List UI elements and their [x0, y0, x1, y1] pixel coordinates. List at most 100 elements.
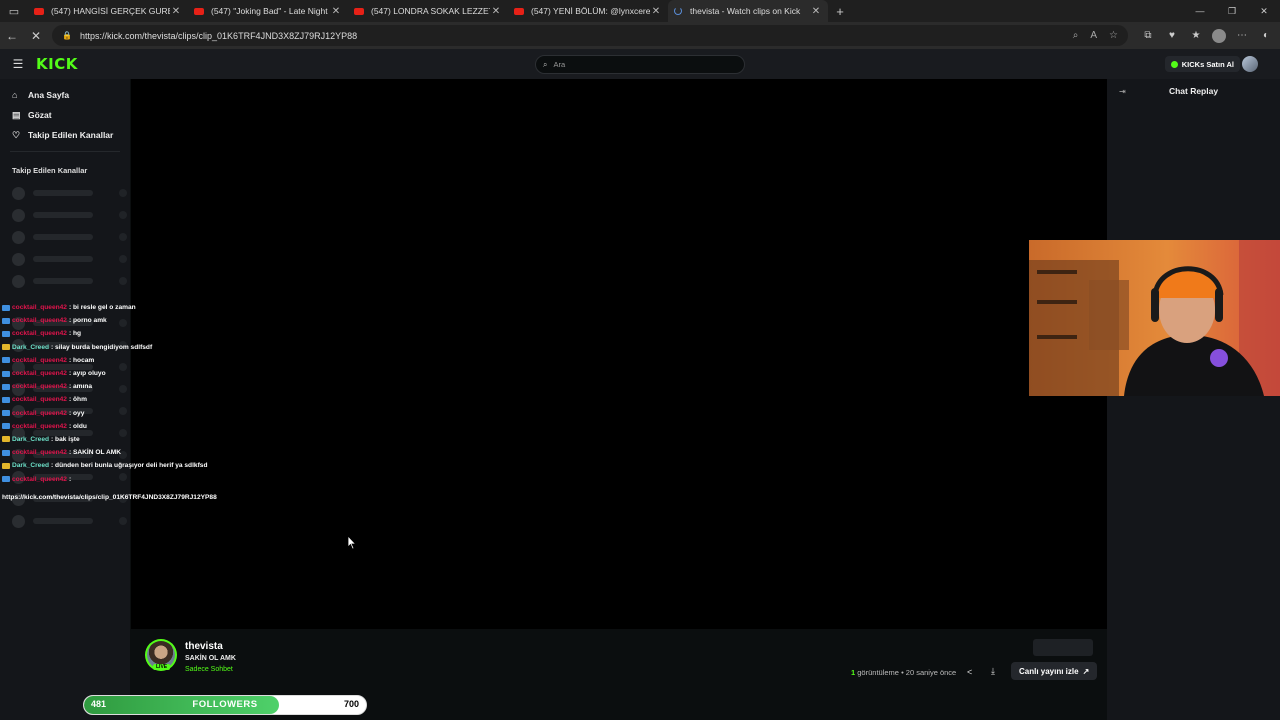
chat-badge-icon: [2, 476, 10, 483]
buy-kicks-label: KICKs Satın Al: [1181, 59, 1234, 69]
chat-username: cocktail_queen42: [12, 396, 67, 404]
chat-username: cocktail_queen42: [12, 356, 67, 364]
sidebar-item-label: Ana Sayfa: [28, 90, 70, 100]
sidebar-item-label: Gözat: [28, 110, 52, 120]
sidebar-item-home[interactable]: ⌂ Ana Sayfa: [0, 85, 130, 105]
sidebar-item-following[interactable]: ♡ Takip Edilen Kanallar: [0, 125, 130, 145]
chat-badge-icon: [2, 462, 10, 469]
browser-tab[interactable]: (547) HANGİSİ GERÇEK GURBETÇİ✕: [28, 0, 188, 22]
channel-skeleton: [0, 182, 130, 204]
chat-username: cocktail_queen42: [12, 383, 67, 391]
url-field[interactable]: 🔒 https://kick.com/thevista/clips/clip_0…: [52, 25, 1128, 46]
chat-message: cocktail_queen42: porno amk: [2, 314, 302, 327]
browser-tab-title: (547) "Joking Bad" - Late Night w: [211, 6, 330, 16]
follower-goal: 700: [343, 699, 359, 709]
placeholder-button: [1033, 639, 1093, 656]
chat-text: :: [68, 475, 72, 483]
channel-name[interactable]: thevista: [185, 641, 223, 652]
extensions-icon[interactable]: ⧉: [1140, 30, 1156, 41]
profile-avatar[interactable]: [1212, 28, 1226, 43]
search-input[interactable]: ⌕ Ara: [535, 55, 745, 74]
views-count: 1: [851, 668, 856, 677]
channel-skeleton: [0, 248, 130, 270]
overlay-clip-url: https://kick.com/thevista/clips/clip_01K…: [2, 494, 217, 501]
close-tab-icon[interactable]: ✕: [330, 6, 342, 17]
chat-text: : bak işte: [51, 435, 80, 443]
clip-category[interactable]: Sadece Sohbet: [185, 666, 233, 673]
follower-goal-bar: 481 FOLLOWERS 700: [83, 695, 367, 715]
browser-tab[interactable]: (547) "Joking Bad" - Late Night w ✕: [188, 0, 348, 22]
favorites-icon[interactable]: ★: [1188, 30, 1204, 41]
new-tab-button[interactable]: +: [828, 4, 852, 19]
close-tab-icon[interactable]: ✕: [490, 6, 502, 17]
toolbar-extensions: ⧉ ♥ ★ ⋯ ◐: [1140, 25, 1274, 46]
chat-username: cocktail_queen42: [12, 330, 67, 338]
buy-kicks-button[interactable]: KICKs Satın Al: [1164, 56, 1240, 72]
address-bar-row: ← ✕ 🔒 https://kick.com/thevista/clips/cl…: [0, 22, 1280, 49]
close-tab-icon[interactable]: ✕: [810, 6, 822, 17]
chat-message: cocktail_queen42: hocam: [2, 354, 302, 367]
tab-actions-icon[interactable]: ▭: [0, 0, 28, 22]
download-icon[interactable]: ⤓: [991, 666, 995, 677]
chat-username: cocktail_queen42: [12, 304, 67, 312]
watch-live-button[interactable]: Canlı yayını izle ↗: [1011, 662, 1098, 680]
favorite-star-icon[interactable]: ☆: [1109, 30, 1118, 41]
follower-label: FOLLOWERS: [192, 699, 258, 710]
restore-icon[interactable]: ❐: [1216, 0, 1248, 22]
sidebar-divider: [10, 151, 120, 152]
chat-badge-icon: [2, 449, 10, 456]
kicks-icon: [1170, 60, 1178, 68]
sidebar-item-label: Takip Edilen Kanallar: [28, 130, 114, 140]
chat-message: cocktail_queen42: hg: [2, 327, 302, 340]
channel-skeleton: [0, 270, 130, 292]
lock-icon[interactable]: 🔒: [62, 31, 74, 40]
browser-tab-title: (547) LONDRA SOKAK LEZZETLERİ: [371, 6, 490, 16]
browser-essentials-icon[interactable]: ♥: [1164, 30, 1180, 41]
read-aloud-icon[interactable]: A: [1090, 30, 1097, 41]
chat-text: : silay burda bengidiyom sdlfsdf: [51, 343, 153, 351]
chat-text: : oldu: [68, 422, 87, 430]
collapse-chat-icon[interactable]: ⇥: [1119, 87, 1126, 96]
sidebar-item-browse[interactable]: ▤ Gözat: [0, 105, 130, 125]
window-controls: — ❐ ✕: [1184, 0, 1280, 22]
search-placeholder: Ara: [553, 60, 566, 69]
user-avatar[interactable]: [1242, 56, 1258, 72]
chat-message: Dark_Creed: silay burda bengidiyom sdlfs…: [2, 341, 302, 354]
search-icon: ⌕: [543, 59, 548, 69]
more-menu-icon[interactable]: ⋯: [1234, 30, 1250, 41]
youtube-icon: [514, 7, 524, 15]
channel-skeleton: [0, 226, 130, 248]
close-window-icon[interactable]: ✕: [1248, 0, 1280, 22]
chat-message: cocktail_queen42: oyy: [2, 407, 302, 420]
chat-message: cocktail_queen42: ayıp oluyo: [2, 367, 302, 380]
chat-badge-icon: [2, 357, 10, 364]
browser-tab[interactable]: thevista - Watch clips on Kick ✕: [668, 0, 828, 22]
chat-message: Dark_Creed: bak işte: [2, 433, 302, 446]
chat-badge-icon: [2, 330, 10, 337]
chat-username: Dark_Creed: [12, 462, 50, 470]
close-tab-icon[interactable]: ✕: [650, 6, 662, 17]
share-icon[interactable]: <: [967, 667, 972, 677]
zoom-icon[interactable]: ⌕: [1073, 30, 1079, 41]
kick-logo[interactable]: KICK: [36, 55, 78, 73]
copilot-icon[interactable]: ◐: [1258, 30, 1274, 41]
channel-skeleton: [0, 510, 130, 532]
time-ago: • 20 saniye önce: [901, 668, 957, 677]
chat-text: : ayıp oluyo: [68, 370, 106, 378]
mouse-cursor-icon: [347, 535, 357, 550]
chat-username: cocktail_queen42: [12, 422, 67, 430]
chat-badge-icon: [2, 410, 10, 417]
chat-badge-icon: [2, 304, 10, 311]
browser-tab-bar: ▭ (547) HANGİSİ GERÇEK GURBETÇİ✕(547) "J…: [0, 0, 1280, 22]
minimize-icon[interactable]: —: [1184, 0, 1216, 22]
chat-text: : porno amk: [68, 317, 107, 325]
browser-tab-title: (547) YENİ BÖLÜM: @lynxcerezz,: [531, 6, 650, 16]
browser-tab[interactable]: (547) YENİ BÖLÜM: @lynxcerezz, ✕: [508, 0, 668, 22]
chat-text: : öhm: [68, 396, 87, 404]
back-icon[interactable]: ←: [0, 29, 24, 43]
stop-loading-icon[interactable]: ✕: [24, 29, 48, 43]
chat-text: : oyy: [68, 409, 85, 417]
browser-tab[interactable]: (547) LONDRA SOKAK LEZZETLERİ✕: [348, 0, 508, 22]
close-tab-icon[interactable]: ✕: [170, 6, 182, 17]
menu-icon[interactable]: ☰: [0, 57, 36, 71]
